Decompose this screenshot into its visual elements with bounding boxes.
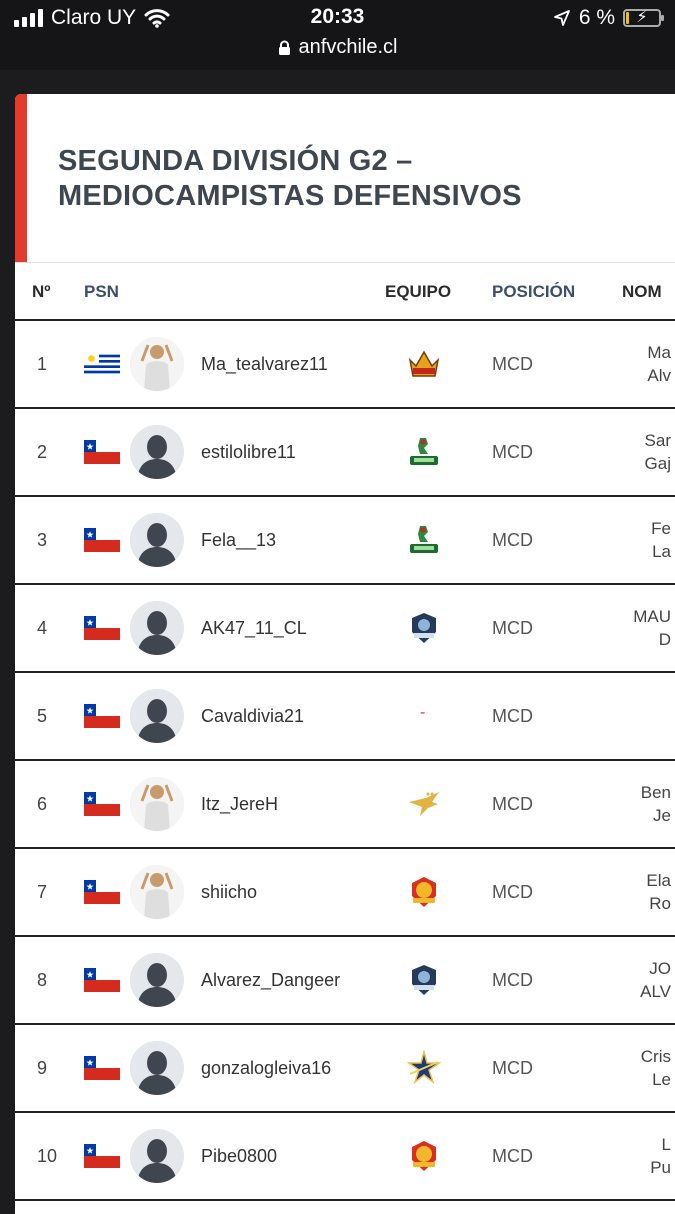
column-header-number[interactable]: Nº bbox=[32, 282, 51, 302]
table-row[interactable]: 9 gonzalogleiva16 MCD Cris Le bbox=[15, 1025, 675, 1113]
row-number: 9 bbox=[37, 1058, 48, 1078]
status-bar: Claro UY 20:33 anfvchile.cl 6 % ⚡ bbox=[0, 0, 675, 70]
row-number: 4 bbox=[37, 618, 48, 638]
row-number: 7 bbox=[37, 882, 48, 902]
players-table: 1 Ma_tealvarez11 MCD Ma Alv 2 estilolibr… bbox=[15, 321, 675, 1201]
psn-id[interactable]: Itz_JereH bbox=[201, 794, 278, 815]
team-knight-logo[interactable] bbox=[406, 522, 442, 558]
chile-flag-icon bbox=[84, 528, 120, 552]
position-value: MCD bbox=[492, 442, 533, 462]
team-star-logo[interactable] bbox=[406, 1049, 442, 1086]
row-number: 10 bbox=[37, 1146, 58, 1166]
accent-bar bbox=[15, 94, 27, 262]
position-value: MCD bbox=[492, 354, 533, 374]
chile-flag-icon bbox=[84, 704, 120, 728]
chile-flag-icon bbox=[84, 1144, 120, 1168]
player-avatar-placeholder-icon[interactable] bbox=[130, 1041, 184, 1095]
psn-id[interactable]: Pibe0800 bbox=[201, 1146, 277, 1167]
table-row[interactable]: 5 Cavaldivia21 - MCD bbox=[15, 673, 675, 761]
address-bar[interactable]: anfvchile.cl bbox=[0, 36, 675, 59]
charging-bolt-icon: ⚡ bbox=[636, 9, 648, 26]
uruguay-flag-icon bbox=[84, 352, 120, 376]
table-row[interactable]: 1 Ma_tealvarez11 MCD Ma Alv bbox=[15, 321, 675, 409]
player-avatar-photo[interactable] bbox=[130, 865, 184, 919]
player-avatar-placeholder-icon[interactable] bbox=[130, 1129, 184, 1183]
psn-id[interactable]: Ma_tealvarez11 bbox=[201, 354, 328, 375]
status-right: 6 % ⚡ bbox=[553, 6, 664, 30]
player-name: Ela Ro bbox=[646, 871, 671, 913]
position-value: MCD bbox=[492, 706, 533, 726]
player-name: MAU D bbox=[633, 607, 671, 649]
column-header-psn[interactable]: PSN bbox=[84, 282, 119, 302]
psn-id[interactable]: AK47_11_CL bbox=[201, 618, 307, 639]
player-name: Fe La bbox=[651, 519, 671, 561]
player-avatar-placeholder-icon[interactable] bbox=[130, 953, 184, 1007]
team-crown-logo[interactable] bbox=[406, 346, 442, 382]
table-row[interactable]: 4 AK47_11_CL MCD MAU D bbox=[15, 585, 675, 673]
column-header-position[interactable]: POSICIÓN bbox=[492, 282, 575, 302]
player-avatar-photo[interactable] bbox=[130, 777, 184, 831]
chile-flag-icon bbox=[84, 792, 120, 816]
page-title: SEGUNDA DIVISIÓN G2 – MEDIOCAMPISTAS DEF… bbox=[58, 145, 522, 212]
card-header: SEGUNDA DIVISIÓN G2 – MEDIOCAMPISTAS DEF… bbox=[15, 94, 675, 263]
player-name: Sar Gaj bbox=[644, 431, 671, 473]
chile-flag-icon bbox=[84, 968, 120, 992]
position-value: MCD bbox=[492, 530, 533, 550]
row-number: 3 bbox=[37, 530, 48, 550]
team-lion-logo[interactable] bbox=[406, 1138, 442, 1174]
player-avatar-placeholder-icon[interactable] bbox=[130, 425, 184, 479]
team-empty: - bbox=[420, 704, 426, 721]
player-name: Ma Alv bbox=[647, 343, 671, 385]
player-name: JO ALV bbox=[640, 959, 671, 1001]
psn-id[interactable]: Alvarez_Dangeer bbox=[201, 970, 340, 991]
position-value: MCD bbox=[492, 970, 533, 990]
table-row[interactable]: 3 Fela__13 MCD Fe La bbox=[15, 497, 675, 585]
table-row[interactable]: 2 estilolibre11 MCD Sar Gaj bbox=[15, 409, 675, 497]
position-value: MCD bbox=[492, 618, 533, 638]
team-eagle-logo[interactable] bbox=[406, 786, 442, 822]
table-row[interactable]: 10 Pibe0800 MCD L Pu bbox=[15, 1113, 675, 1201]
battery-percent: 6 % bbox=[578, 6, 615, 29]
position-value: MCD bbox=[492, 1058, 533, 1078]
psn-id[interactable]: Cavaldivia21 bbox=[201, 706, 304, 727]
chile-flag-icon bbox=[84, 1056, 120, 1080]
player-name: Ben Je bbox=[640, 783, 671, 825]
lock-icon bbox=[278, 40, 290, 55]
location-arrow-icon bbox=[553, 10, 570, 26]
url-text[interactable]: anfvchile.cl bbox=[299, 36, 398, 59]
player-avatar-photo[interactable] bbox=[130, 337, 184, 391]
table-row[interactable]: 8 Alvarez_Dangeer MCD JO ALV bbox=[15, 937, 675, 1025]
position-value: MCD bbox=[492, 882, 533, 902]
row-number: 8 bbox=[37, 970, 48, 990]
chile-flag-icon bbox=[84, 616, 120, 640]
content-card: SEGUNDA DIVISIÓN G2 – MEDIOCAMPISTAS DEF… bbox=[15, 94, 675, 1214]
chile-flag-icon bbox=[84, 880, 120, 904]
player-name: Cris Le bbox=[640, 1047, 671, 1089]
player-name: L Pu bbox=[650, 1135, 671, 1177]
psn-id[interactable]: gonzalogleiva16 bbox=[201, 1058, 331, 1079]
battery-icon: ⚡ bbox=[623, 9, 664, 27]
team-smart-logo[interactable] bbox=[406, 610, 442, 646]
column-header-name[interactable]: NOM bbox=[622, 282, 662, 302]
chile-flag-icon bbox=[84, 440, 120, 464]
psn-id[interactable]: shiicho bbox=[201, 882, 257, 903]
team-lion-logo[interactable] bbox=[406, 874, 442, 910]
psn-id[interactable]: estilolibre11 bbox=[201, 442, 296, 463]
row-number: 5 bbox=[37, 706, 48, 726]
team-smart-logo[interactable] bbox=[406, 962, 442, 998]
player-avatar-placeholder-icon[interactable] bbox=[130, 601, 184, 655]
player-avatar-placeholder-icon[interactable] bbox=[130, 689, 184, 743]
row-number: 1 bbox=[37, 354, 48, 374]
table-row[interactable]: 6 Itz_JereH MCD Ben Je bbox=[15, 761, 675, 849]
player-avatar-placeholder-icon[interactable] bbox=[130, 513, 184, 567]
table-header: Nº PSN EQUIPO POSICIÓN NOM bbox=[15, 263, 675, 321]
row-number: 6 bbox=[37, 794, 48, 814]
row-number: 2 bbox=[37, 442, 48, 462]
team-knight-logo[interactable] bbox=[406, 434, 442, 470]
position-value: MCD bbox=[492, 1146, 533, 1166]
position-value: MCD bbox=[492, 794, 533, 814]
column-header-team[interactable]: EQUIPO bbox=[385, 282, 451, 302]
table-row[interactable]: 7 shiicho MCD Ela Ro bbox=[15, 849, 675, 937]
psn-id[interactable]: Fela__13 bbox=[201, 530, 276, 551]
